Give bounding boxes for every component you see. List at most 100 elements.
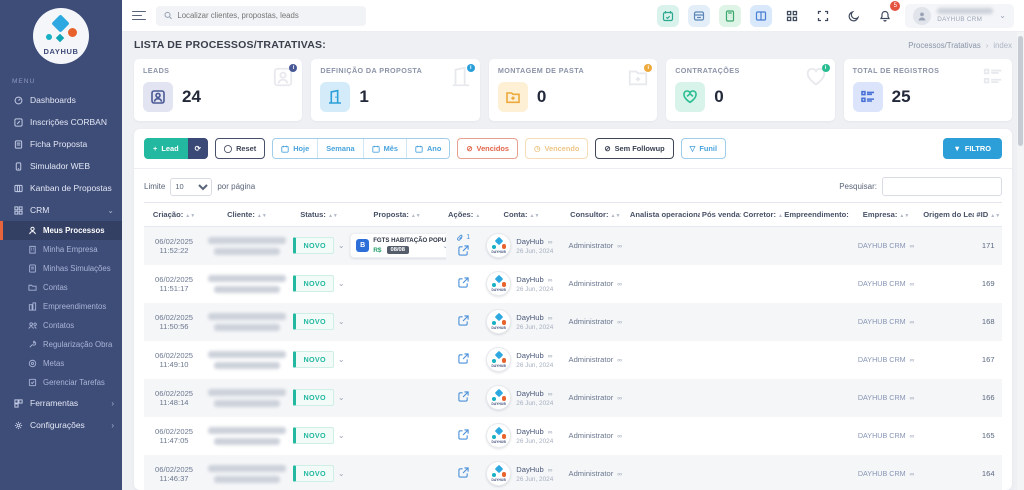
apps-button[interactable]	[781, 5, 803, 27]
chevron-down-icon[interactable]: ⌄	[338, 431, 345, 440]
sidebar-item-ficha-proposta[interactable]: Ficha Proposta	[0, 133, 122, 155]
status-badge[interactable]: NOVO	[293, 313, 334, 330]
conta-name[interactable]: DayHub ∞	[516, 275, 552, 284]
search-input[interactable]	[177, 11, 358, 20]
filter-sem-followup-button[interactable]: ⊘ Sem Followup	[595, 138, 674, 159]
filter-vencendo-button[interactable]: ◷ Vencendo	[525, 138, 589, 159]
sidebar-item-gerenciar-tarefas[interactable]: Gerenciar Tarefas	[0, 373, 122, 392]
menu-toggle-icon[interactable]	[132, 10, 146, 21]
pesquisar-input[interactable]	[882, 177, 1002, 196]
sidebar-item-meus-processos[interactable]: Meus Processos	[0, 221, 122, 240]
chevron-down-icon[interactable]: ⌄	[338, 241, 345, 250]
chevron-down-icon[interactable]: ⌄	[338, 469, 345, 478]
sidebar-item-regularizacao-obra[interactable]: Regularização Obra	[0, 335, 122, 354]
column-header[interactable]: Criação: ▲▼	[144, 202, 205, 227]
empresa-link[interactable]: DAYHUB CRM ∞	[858, 241, 914, 250]
refresh-button[interactable]: ⟳	[187, 138, 208, 159]
filter-vencidos-button[interactable]: ⊘ Vencidos	[457, 138, 518, 159]
column-header[interactable]: Origem do Lead:▲▼	[921, 202, 975, 227]
sort-icon[interactable]: ▲▼	[899, 213, 909, 219]
column-header[interactable]: #ID ▲▼	[974, 202, 1002, 227]
filter-ano-button[interactable]: Ano	[406, 139, 450, 158]
attachments-count[interactable]: 1	[448, 234, 478, 242]
sidebar-item-contatos[interactable]: Contatos	[0, 316, 122, 335]
reset-button[interactable]: ◯ Reset	[214, 138, 266, 159]
external-link-icon[interactable]	[458, 353, 469, 364]
column-header[interactable]: Empreendimento:▲▼	[782, 202, 851, 227]
breadcrumb-parent[interactable]: Processos/Tratativas	[908, 41, 981, 50]
status-badge[interactable]: NOVO	[293, 389, 334, 406]
column-header[interactable]: Status: ▲▼	[289, 202, 349, 227]
filter-semana-button[interactable]: Semana	[318, 139, 364, 158]
calendar-button[interactable]	[657, 4, 680, 27]
empresa-link[interactable]: DAYHUB CRM ∞	[858, 355, 914, 364]
empresa-link[interactable]: DAYHUB CRM ∞	[858, 469, 914, 478]
sidebar-item-configuracoes[interactable]: Configurações ›	[0, 414, 122, 436]
column-header[interactable]: Pós venda:▲▼	[699, 202, 742, 227]
column-header[interactable]: Corretor:▲▼	[741, 202, 783, 227]
proposta-card[interactable]: BFGTS HABITAÇÃO POPULARR$ 08/08 ⌄	[350, 233, 446, 259]
empresa-link[interactable]: DAYHUB CRM ∞	[858, 317, 914, 326]
external-link-icon[interactable]	[458, 245, 469, 256]
sidebar-item-contas[interactable]: Contas	[0, 278, 122, 297]
fullscreen-button[interactable]	[812, 5, 834, 27]
scrollbar-thumb[interactable]	[1018, 36, 1023, 146]
chevron-down-icon[interactable]: ⌄	[338, 393, 345, 402]
sort-icon[interactable]: ▲▼	[778, 213, 782, 219]
sidebar-item-empreendimentos[interactable]: Empreendimentos	[0, 297, 122, 316]
empresa-link[interactable]: DAYHUB CRM ∞	[858, 393, 914, 402]
status-badge[interactable]: NOVO	[293, 465, 334, 482]
columns-button[interactable]	[750, 4, 773, 27]
brand-logo[interactable]: DAYHUB	[0, 0, 122, 70]
sidebar-item-crm[interactable]: CRM ⌄	[0, 199, 122, 221]
sort-icon[interactable]: ▲▼	[411, 213, 421, 219]
status-badge[interactable]: NOVO	[293, 237, 334, 255]
sort-icon[interactable]: ▲▼	[185, 213, 195, 219]
column-header[interactable]: Conta: ▲▼	[480, 202, 563, 227]
calculator-button[interactable]	[719, 4, 742, 27]
window-scrollbar[interactable]	[1017, 32, 1024, 490]
column-header[interactable]: Cliente: ▲▼	[204, 202, 290, 227]
conta-name[interactable]: DayHub ∞	[516, 313, 552, 322]
external-link-icon[interactable]	[458, 429, 469, 440]
empresa-link[interactable]: DAYHUB CRM ∞	[858, 431, 914, 440]
sidebar-item-ferramentas[interactable]: Ferramentas ›	[0, 392, 122, 414]
sort-icon[interactable]: ▲▼	[990, 213, 1000, 219]
sidebar-item-dashboards[interactable]: Dashboards	[0, 89, 122, 111]
column-header[interactable]: Proposta: ▲▼	[348, 202, 446, 227]
external-link-icon[interactable]	[458, 315, 469, 326]
sort-icon[interactable]: ▲▼	[257, 213, 267, 219]
column-header[interactable]: Ações:▲▼	[445, 202, 481, 227]
chevron-down-icon[interactable]: ⌄	[338, 279, 345, 288]
sidebar-item-minhas-simulacoes[interactable]: Minhas Simulações	[0, 259, 122, 278]
status-badge[interactable]: NOVO	[293, 427, 334, 444]
external-link-icon[interactable]	[458, 467, 469, 478]
column-header[interactable]: Consultor: ▲▼	[562, 202, 628, 227]
conta-name[interactable]: DayHub ∞	[516, 389, 552, 398]
filter-hoje-button[interactable]: Hoje	[273, 139, 319, 158]
empresa-link[interactable]: DAYHUB CRM ∞	[858, 279, 914, 288]
conta-name[interactable]: DayHub ∞	[516, 237, 552, 246]
user-menu[interactable]: DAYHUB CRM ⌄	[905, 3, 1014, 28]
sort-icon[interactable]: ▲▼	[530, 213, 540, 219]
status-badge[interactable]: NOVO	[293, 275, 334, 292]
dark-mode-button[interactable]	[843, 5, 865, 27]
conta-name[interactable]: DayHub ∞	[516, 351, 552, 360]
limit-select[interactable]: 10	[170, 177, 213, 196]
filter-mes-button[interactable]: Mês	[363, 139, 407, 158]
add-lead-button[interactable]: + Lead	[144, 138, 188, 159]
sidebar-item-metas[interactable]: Metas	[0, 354, 122, 373]
column-header[interactable]: Analista operacional:▲▼	[627, 202, 700, 227]
chevron-down-icon[interactable]: ⌄	[338, 355, 345, 364]
chevron-down-icon[interactable]: ⌄	[338, 317, 345, 326]
external-link-icon[interactable]	[458, 277, 469, 288]
external-link-icon[interactable]	[458, 391, 469, 402]
sidebar-item-minha-empresa[interactable]: Minha Empresa	[0, 240, 122, 259]
sort-icon[interactable]: ▲▼	[611, 213, 621, 219]
filtro-button[interactable]: ▼ FILTRO	[942, 138, 1002, 159]
global-search[interactable]	[156, 5, 366, 26]
card-list-button[interactable]	[688, 4, 711, 27]
sort-icon[interactable]: ▲▼	[475, 213, 480, 219]
notifications-button[interactable]: 5	[874, 0, 901, 27]
conta-name[interactable]: DayHub ∞	[516, 427, 552, 436]
